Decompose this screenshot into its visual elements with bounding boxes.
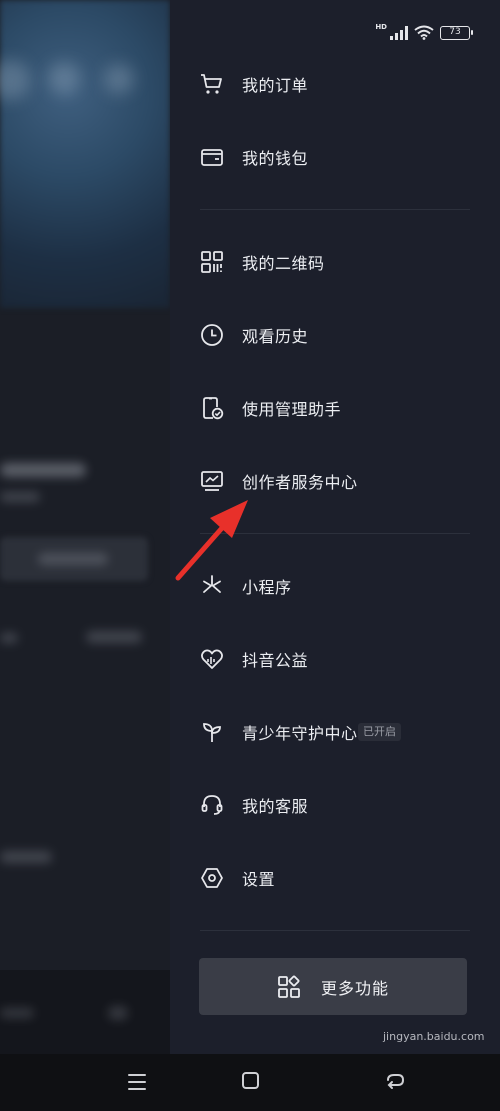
signal-icon — [390, 25, 408, 40]
status-badge: 已开启 — [358, 723, 401, 741]
background-text — [0, 851, 52, 863]
menu-item-label: 我的订单 — [242, 76, 309, 95]
wallet-icon — [201, 149, 223, 166]
network-type: HD — [375, 23, 387, 31]
clock-icon — [201, 324, 223, 346]
recent-apps-icon[interactable] — [128, 1074, 146, 1090]
menu-item-label: 我的二维码 — [242, 254, 325, 273]
annotation-arrow-icon — [175, 500, 248, 581]
menu-item-youth-protection[interactable]: 青少年守护中心 已开启 — [170, 707, 500, 757]
back-icon[interactable] — [384, 1071, 406, 1093]
home-icon[interactable] — [242, 1072, 259, 1089]
more-features-label: 更多功能 — [320, 978, 389, 998]
sprout-icon — [203, 723, 221, 742]
background-blob — [104, 64, 134, 94]
menu-divider — [200, 930, 470, 931]
menu-item-charity[interactable]: 抖音公益 — [170, 634, 500, 684]
menu-item-label: 设置 — [242, 870, 276, 889]
menu-item-customer-service[interactable]: 我的客服 — [170, 780, 500, 830]
background-text — [108, 1006, 128, 1020]
heart-chart-icon — [201, 649, 223, 669]
background-cover-image — [0, 0, 170, 308]
menu-item-label: 使用管理助手 — [242, 400, 342, 419]
menu-divider — [200, 209, 470, 210]
watermark: jingyan.baidu.com — [383, 1030, 485, 1043]
background-tab-bar — [0, 970, 170, 1054]
cart-icon — [201, 74, 222, 94]
background-blob — [48, 62, 80, 94]
background-text — [0, 463, 86, 477]
menu-item-settings[interactable]: 设置 — [170, 853, 500, 903]
system-navigation-bar — [0, 1054, 500, 1111]
more-features-button[interactable]: 更多功能 — [199, 958, 467, 1015]
background-text — [0, 492, 40, 502]
battery-indicator: 73 — [440, 25, 473, 40]
menu-item-label: 抖音公益 — [242, 651, 309, 670]
menu-item-usage-assistant[interactable]: 使用管理助手 — [170, 383, 500, 433]
background-text — [0, 1008, 34, 1018]
status-bar: HD 73 — [375, 23, 473, 40]
hexagon-settings-icon — [201, 868, 223, 888]
headset-icon — [201, 795, 223, 815]
menu-item-label: 观看历史 — [242, 327, 309, 346]
menu-item-qr-code[interactable]: 我的二维码 — [170, 237, 500, 287]
grid-shapes-icon — [278, 975, 300, 998]
phone-check-icon — [203, 397, 224, 420]
background-text — [0, 633, 18, 643]
menu-item-wallet[interactable]: 我的钱包 — [170, 132, 500, 182]
background-app — [0, 0, 170, 1111]
menu-item-label: 我的客服 — [242, 797, 309, 816]
qr-code-icon — [201, 251, 223, 273]
menu-item-watch-history[interactable]: 观看历史 — [170, 310, 500, 360]
wifi-icon — [414, 25, 434, 40]
menu-item-label: 青少年守护中心 — [242, 724, 358, 743]
menu-item-label: 我的钱包 — [242, 149, 309, 168]
menu-item-orders[interactable]: 我的订单 — [170, 59, 500, 109]
background-text — [86, 631, 142, 643]
background-text — [38, 553, 108, 565]
